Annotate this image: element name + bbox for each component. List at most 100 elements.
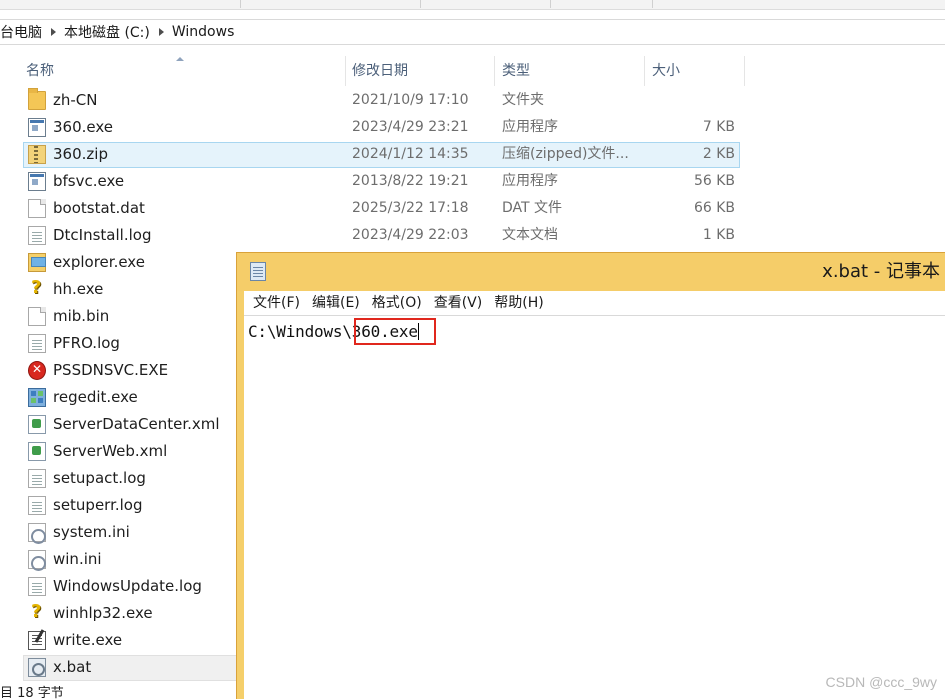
file-name: x.bat xyxy=(53,658,92,676)
file-name: WindowsUpdate.log xyxy=(53,577,202,595)
file-date: 2023/4/29 22:03 xyxy=(352,227,469,243)
file-size: 56 KB xyxy=(693,173,735,189)
file-name: regedit.exe xyxy=(53,388,138,406)
file-name: write.exe xyxy=(53,631,123,649)
file-date: 2023/4/29 23:21 xyxy=(352,119,469,135)
file-row[interactable]: 360.zip 2024/1/12 14:35 压缩(zipped)文件... 2 K… xyxy=(0,141,945,168)
notepad-text-area[interactable]: C:\Windows\360.exe xyxy=(244,315,945,699)
file-row[interactable]: zh-CN 2021/10/9 17:10 文件夹 xyxy=(0,87,945,114)
file-name: hh.exe xyxy=(53,280,104,298)
file-name: explorer.exe xyxy=(53,253,145,271)
breadcrumb-item-pc[interactable]: 台电脑 xyxy=(0,20,42,44)
text-file-icon xyxy=(28,469,46,488)
file-icon xyxy=(28,307,46,326)
file-date: 2013/8/22 19:21 xyxy=(352,173,469,189)
menu-view[interactable]: 查看(V) xyxy=(428,291,489,315)
column-header-size[interactable]: 大小 xyxy=(652,56,680,86)
address-bar[interactable]: 台电脑 本地磁盘 (C:) Windows xyxy=(0,19,945,45)
file-size: 2 KB xyxy=(702,146,735,162)
file-date: 2024/1/12 14:35 xyxy=(352,146,469,162)
column-header-type[interactable]: 类型 xyxy=(502,56,530,86)
bat-icon xyxy=(28,658,46,677)
exe-icon xyxy=(28,172,46,191)
file-name: 360.zip xyxy=(53,145,108,163)
exe-icon xyxy=(28,118,46,137)
column-divider[interactable] xyxy=(744,56,745,86)
file-name: bfsvc.exe xyxy=(53,172,125,190)
file-row[interactable]: 360.exe 2023/4/29 23:21 应用程序 7 KB xyxy=(0,114,945,141)
write-icon xyxy=(28,631,46,650)
help-icon xyxy=(28,601,46,623)
notepad-menu-bar: 文件(F) 编辑(E) 格式(O) 查看(V) 帮助(H) xyxy=(244,291,945,315)
menu-edit[interactable]: 编辑(E) xyxy=(306,291,366,315)
file-name: winhlp32.exe xyxy=(53,604,153,622)
file-type: DAT 文件 xyxy=(502,200,563,216)
file-row[interactable]: bfsvc.exe 2013/8/22 19:21 应用程序 56 KB xyxy=(0,168,945,195)
file-size: 1 KB xyxy=(702,227,735,243)
breadcrumb-label: 台电脑 xyxy=(0,25,42,41)
column-header-date[interactable]: 修改日期 xyxy=(352,56,408,86)
file-name: setuperr.log xyxy=(53,496,143,514)
error-icon xyxy=(28,361,46,380)
file-type: 文件夹 xyxy=(502,92,544,108)
file-date: 2021/10/9 17:10 xyxy=(352,92,469,108)
content-path-prefix: C:\Windows\ xyxy=(248,322,352,341)
breadcrumb-item-drive[interactable]: 本地磁盘 (C:) xyxy=(64,20,150,44)
menu-help[interactable]: 帮助(H) xyxy=(488,291,549,315)
breadcrumb-label: Windows xyxy=(171,24,235,40)
file-size: 7 KB xyxy=(702,119,735,135)
notepad-title-bar[interactable]: x.bat - 记事本 xyxy=(237,253,945,291)
menu-format[interactable]: 格式(O) xyxy=(366,291,428,315)
file-row[interactable]: bootstat.dat 2025/3/22 17:18 DAT 文件 66 KB xyxy=(0,195,945,222)
file-name: ServerDataCenter.xml xyxy=(53,415,220,433)
folder-icon xyxy=(28,88,46,110)
zip-icon xyxy=(28,145,46,164)
help-icon xyxy=(28,277,46,299)
ribbon-separator xyxy=(550,0,551,8)
chevron-right-icon[interactable] xyxy=(51,28,56,36)
file-type: 压缩(zipped)文件... xyxy=(502,146,629,162)
menu-file[interactable]: 文件(F) xyxy=(247,291,306,315)
text-file-icon xyxy=(28,226,46,245)
ribbon-strip xyxy=(0,0,945,10)
xml-icon xyxy=(28,442,46,461)
file-name: bootstat.dat xyxy=(53,199,145,217)
ini-icon xyxy=(28,550,46,571)
column-divider[interactable] xyxy=(345,56,346,86)
watermark: CSDN @ccc_9wy xyxy=(825,674,937,690)
xml-icon xyxy=(28,415,46,434)
regedit-icon xyxy=(28,388,46,407)
file-type: 应用程序 xyxy=(502,173,558,189)
notepad-title: x.bat - 记事本 xyxy=(822,261,940,282)
breadcrumb-label: 本地磁盘 (C:) xyxy=(64,25,150,41)
file-name: setupact.log xyxy=(53,469,146,487)
text-file-icon xyxy=(28,577,46,596)
file-name: DtcInstall.log xyxy=(53,226,152,244)
ribbon-separator xyxy=(420,0,421,8)
explorer-icon xyxy=(28,253,46,272)
file-name: PFRO.log xyxy=(53,334,120,352)
column-headers: 名称 修改日期 类型 大小 xyxy=(0,56,745,86)
column-divider[interactable] xyxy=(644,56,645,86)
file-name: mib.bin xyxy=(53,307,110,325)
sort-ascending-icon xyxy=(176,57,184,61)
notepad-app-icon[interactable] xyxy=(250,262,266,281)
column-divider[interactable] xyxy=(494,56,495,86)
file-type: 文本文档 xyxy=(502,227,558,243)
file-size: 66 KB xyxy=(693,200,735,216)
file-name: 360.exe xyxy=(53,118,114,136)
file-name: zh-CN xyxy=(53,91,98,109)
ini-icon xyxy=(28,523,46,544)
file-icon xyxy=(28,199,46,218)
file-type: 应用程序 xyxy=(502,119,558,135)
breadcrumb-item-windows[interactable]: Windows xyxy=(172,20,235,44)
notepad-window[interactable]: x.bat - 记事本 文件(F) 编辑(E) 格式(O) 查看(V) 帮助(H… xyxy=(236,252,945,699)
file-name: PSSDNSVC.EXE xyxy=(53,361,169,379)
file-row[interactable]: DtcInstall.log 2023/4/29 22:03 文本文档 1 KB xyxy=(0,222,945,249)
file-name: win.ini xyxy=(53,550,102,568)
column-header-name[interactable]: 名称 xyxy=(26,56,54,86)
text-file-icon xyxy=(28,496,46,515)
chevron-right-icon[interactable] xyxy=(158,28,164,36)
status-bar: 目 18 字节 xyxy=(0,686,64,699)
file-date: 2025/3/22 17:18 xyxy=(352,200,469,216)
